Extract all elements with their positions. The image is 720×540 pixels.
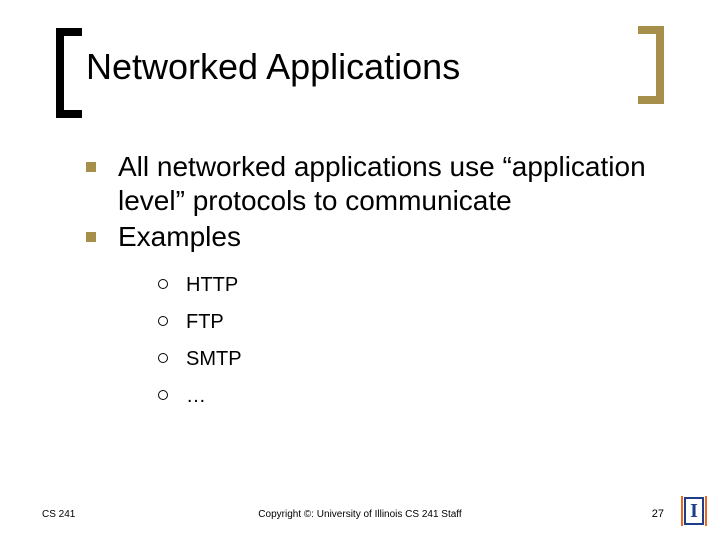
list-item: FTP	[158, 309, 646, 336]
square-bullet-icon	[86, 232, 96, 242]
slide-body: All networked applications use “applicat…	[86, 150, 646, 420]
list-item: All networked applications use “applicat…	[86, 150, 646, 218]
list-item: Examples	[86, 220, 646, 254]
bracket-left-icon	[56, 28, 82, 118]
footer-copyright: Copyright ©: University of Illinois CS 2…	[0, 509, 720, 520]
list-item-text: Examples	[118, 220, 241, 254]
list-item-text: All networked applications use “applicat…	[118, 150, 646, 218]
bracket-right-icon	[638, 26, 664, 104]
list-item-text: HTTP	[186, 272, 238, 299]
circle-bullet-icon	[158, 353, 168, 363]
slide-title: Networked Applications	[86, 46, 460, 88]
list-item: …	[158, 383, 646, 410]
list-item: SMTP	[158, 346, 646, 373]
list-item-text: FTP	[186, 309, 224, 336]
logo-letter: I	[690, 501, 698, 521]
list-item-text: …	[186, 383, 206, 410]
list-item: HTTP	[158, 272, 646, 299]
footer-page-number: 27	[652, 508, 664, 520]
logo-frame: I	[684, 497, 704, 525]
square-bullet-icon	[86, 162, 96, 172]
illinois-logo-icon: I	[680, 492, 708, 530]
circle-bullet-icon	[158, 279, 168, 289]
list-item-text: SMTP	[186, 346, 242, 373]
circle-bullet-icon	[158, 390, 168, 400]
title-area: Networked Applications	[56, 38, 664, 118]
circle-bullet-icon	[158, 316, 168, 326]
slide: Networked Applications All networked app…	[0, 0, 720, 540]
sub-list: HTTP FTP SMTP …	[158, 272, 646, 410]
